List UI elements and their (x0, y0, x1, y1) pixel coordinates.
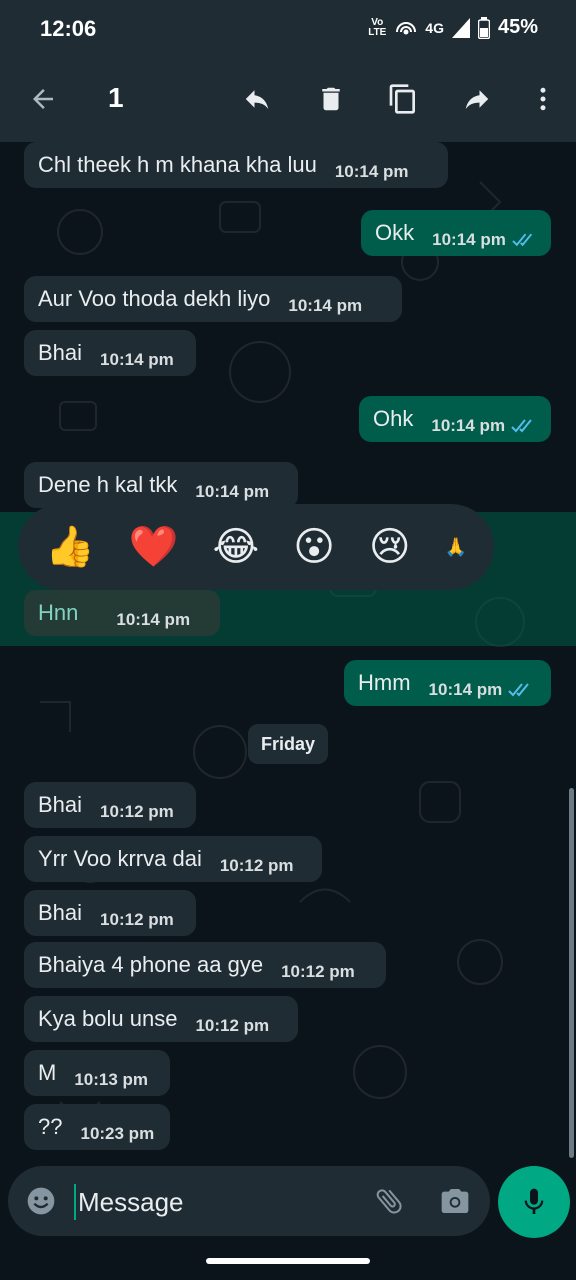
message-text: Dene h kal tkk (38, 472, 178, 497)
message-bubble-incoming[interactable]: Aur Voo thoda dekh liyo 10:14 pm (24, 276, 402, 322)
message-time: 10:14 pm (100, 350, 174, 369)
message-time: 10:13 pm (74, 1070, 149, 1089)
hotspot-icon (396, 21, 417, 34)
emoji-icon[interactable] (24, 1184, 58, 1218)
message-bubble-incoming[interactable]: Dene h kal tkk 10:14 pm (24, 462, 298, 508)
signal-icon (451, 17, 470, 38)
message-text: ?? (38, 1114, 63, 1139)
message-input-container (8, 1166, 490, 1236)
reaction-picker: 👍 ❤️ 😂 😮 😢 🙏 (18, 504, 494, 590)
message-text: Kya bolu unse (38, 1006, 178, 1031)
message-time: 10:14 pm (431, 416, 506, 435)
day-separator: Friday (248, 724, 328, 764)
gesture-nav-handle[interactable] (206, 1258, 370, 1264)
message-text: Hmm (358, 670, 411, 695)
message-time: 10:14 pm (116, 610, 191, 629)
message-bubble-incoming[interactable]: Bhai 10:12 pm (24, 890, 196, 936)
read-ticks-icon (508, 683, 530, 697)
message-time: 10:12 pm (219, 856, 294, 875)
status-time: 12:06 (40, 16, 97, 41)
chat-scrollbar[interactable] (569, 788, 574, 1158)
message-text: Chl theek h m khana kha luu (38, 152, 317, 177)
back-arrow-icon[interactable] (26, 82, 60, 116)
message-input[interactable] (74, 1184, 360, 1220)
mic-button[interactable] (498, 1166, 570, 1238)
message-bubble-incoming[interactable]: Bhaiya 4 phone aa gye 10:12 pm (24, 942, 386, 988)
message-bubble-incoming[interactable]: Bhai 10:12 pm (24, 782, 196, 828)
camera-icon[interactable] (438, 1184, 472, 1218)
message-bubble-incoming[interactable]: Bhai 10:14 pm (24, 330, 196, 376)
message-time: 10:12 pm (100, 802, 174, 821)
composer-bar (0, 1162, 576, 1280)
message-text: Hnn (38, 600, 79, 625)
reaction-pray[interactable]: 🙏 (445, 527, 467, 567)
message-bubble-selected[interactable]: Hnn 10:14 pm (24, 590, 220, 636)
message-text: Yrr Voo krrva dai (38, 846, 202, 871)
reply-icon[interactable] (240, 82, 274, 116)
message-bubble-incoming[interactable]: Yrr Voo krrva dai 10:12 pm (24, 836, 322, 882)
message-bubble-incoming[interactable]: Kya bolu unse 10:12 pm (24, 996, 298, 1042)
message-time: 10:14 pm (195, 482, 270, 501)
more-vertical-icon[interactable] (526, 82, 560, 116)
message-time: 10:12 pm (100, 910, 174, 929)
message-text: Bhaiya 4 phone aa gye (38, 952, 264, 977)
message-bubble-incoming[interactable]: ?? 10:23 pm (24, 1104, 170, 1150)
message-bubble-outgoing[interactable]: Ohk 10:14 pm (359, 396, 551, 442)
reaction-heart[interactable]: ❤️ (129, 527, 179, 567)
message-text: Bhai (38, 792, 83, 817)
volte-top: Vo (371, 16, 384, 28)
volte-indicator: Vo LTE (367, 16, 387, 38)
message-bubble-outgoing[interactable]: Okk 10:14 pm (361, 210, 551, 256)
mic-icon (524, 1188, 544, 1214)
message-time: 10:12 pm (195, 1016, 270, 1035)
reaction-sad[interactable]: 😢 (369, 527, 411, 567)
battery-icon (477, 16, 490, 39)
network-type: 4G (425, 19, 444, 36)
message-text: Aur Voo thoda dekh liyo (38, 286, 271, 311)
message-time: 10:23 pm (80, 1124, 155, 1143)
copy-icon[interactable] (386, 82, 420, 116)
reaction-thumbs-up[interactable]: 👍 (45, 527, 95, 567)
chat-area[interactable]: Chl theek h m khana kha luu 10:14 pm Okk… (0, 142, 576, 1162)
reaction-laughing[interactable]: 😂 (213, 527, 260, 567)
selected-count: 1 (108, 82, 124, 113)
battery-percent: 45% (497, 16, 538, 38)
selection-toolbar: 1 (0, 56, 576, 142)
read-ticks-icon (512, 233, 532, 247)
read-ticks-icon (511, 419, 532, 433)
message-time: 10:14 pm (428, 680, 503, 699)
message-text: Okk (375, 220, 415, 245)
message-time: 10:14 pm (432, 230, 506, 249)
message-time: 10:14 pm (288, 296, 363, 315)
message-bubble-incoming[interactable]: Chl theek h m khana kha luu 10:14 pm (24, 142, 448, 188)
attach-icon[interactable] (372, 1184, 406, 1218)
message-text: Ohk (373, 406, 414, 431)
status-bar: 12:06 Vo LTE 4G 45% (0, 0, 576, 56)
message-bubble-outgoing[interactable]: Hmm 10:14 pm (344, 660, 551, 706)
message-time: 10:14 pm (334, 162, 409, 181)
message-time: 10:12 pm (281, 962, 355, 981)
volte-bottom: LTE (368, 26, 387, 38)
forward-icon[interactable] (460, 82, 494, 116)
message-text: M (38, 1060, 57, 1085)
message-text: Bhai (38, 900, 83, 925)
reaction-surprised[interactable]: 😮 (293, 527, 335, 567)
delete-icon[interactable] (314, 82, 348, 116)
message-text: Bhai (38, 340, 83, 365)
message-bubble-incoming[interactable]: M 10:13 pm (24, 1050, 170, 1096)
status-icons: Vo LTE 4G 45% (367, 16, 538, 39)
